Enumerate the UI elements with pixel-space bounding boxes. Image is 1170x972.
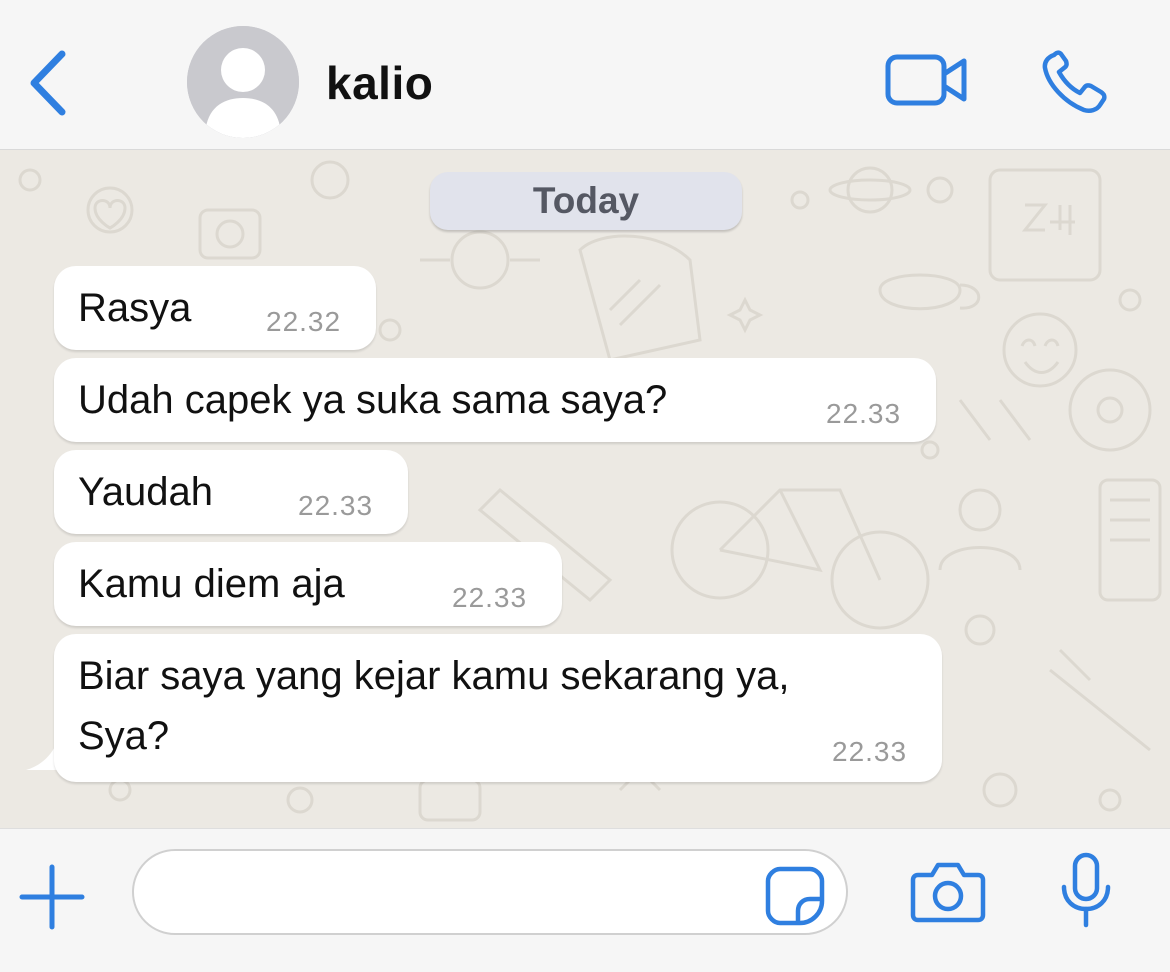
message-input[interactable]	[132, 849, 848, 935]
message-text: Rasya	[78, 286, 192, 330]
message-text: Yaudah	[78, 470, 213, 514]
message-bubble[interactable]: Biar saya yang kejar kamu sekarang ya, S…	[54, 634, 942, 782]
camera-icon	[910, 862, 986, 923]
message-bubble[interactable]: Yaudah 22.33	[54, 450, 408, 534]
avatar-placeholder-icon	[187, 26, 299, 138]
input-bar	[0, 828, 1170, 972]
message-timestamp: 22.33	[452, 582, 528, 613]
chat-area[interactable]: Today Rasya 22.32 Udah capek ya suka sam…	[0, 150, 1170, 828]
sticker-button[interactable]	[764, 865, 826, 927]
plus-icon	[19, 864, 85, 930]
chevron-left-icon	[30, 50, 66, 116]
message-timestamp: 22.33	[298, 490, 374, 521]
voice-call-button[interactable]	[1040, 50, 1112, 116]
message-bubble[interactable]: Udah capek ya suka sama saya? 22.33	[54, 358, 936, 442]
message-text: Biar saya yang kejar kamu sekarang ya, S…	[78, 654, 790, 758]
video-camera-icon	[885, 54, 967, 106]
video-call-button[interactable]	[884, 52, 970, 108]
message-text: Kamu diem aja	[78, 562, 345, 606]
contact-name[interactable]: kalio	[326, 56, 433, 110]
message-bubble[interactable]: Kamu diem aja 22.33	[54, 542, 562, 626]
voice-message-button[interactable]	[1056, 851, 1116, 931]
sticker-icon	[765, 866, 825, 926]
message-timestamp: 22.33	[826, 398, 902, 429]
date-separator: Today	[430, 172, 742, 230]
message-timestamp: 22.32	[266, 306, 342, 337]
microphone-icon	[1061, 852, 1111, 928]
back-button[interactable]	[24, 48, 74, 118]
chat-header: kalio	[0, 0, 1170, 150]
attach-button[interactable]	[18, 863, 86, 931]
message-timestamp: 22.33	[832, 736, 908, 767]
camera-button[interactable]	[910, 859, 986, 925]
message-bubble[interactable]: Rasya 22.32	[54, 266, 376, 350]
phone-icon	[1042, 50, 1107, 114]
avatar[interactable]	[187, 26, 299, 138]
message-text: Udah capek ya suka sama saya?	[78, 378, 668, 422]
